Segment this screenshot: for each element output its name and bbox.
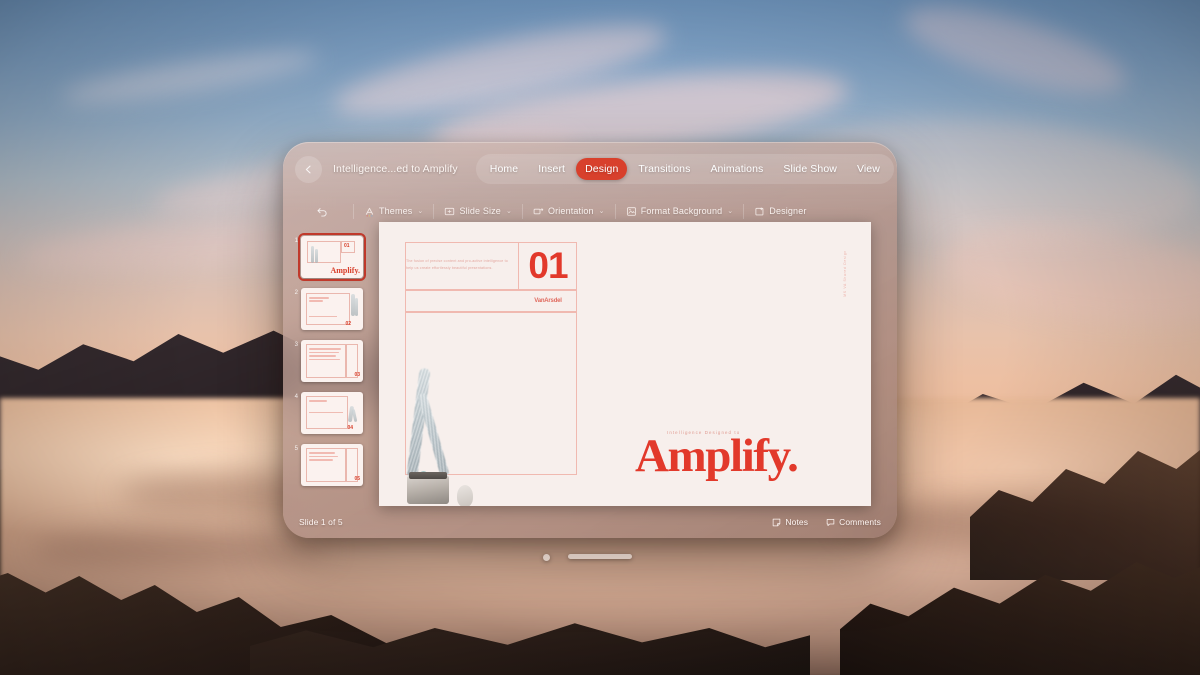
slide-number-01: 01: [528, 245, 568, 286]
thumbnail-slide-3[interactable]: 03: [301, 340, 363, 382]
tab-insert[interactable]: Insert: [529, 158, 574, 180]
window-close-dot[interactable]: [543, 554, 550, 561]
slide-headline: Amplify.: [635, 430, 799, 482]
tab-slide-show[interactable]: Slide Show: [774, 158, 846, 180]
thumbnail-slide-4[interactable]: 04: [301, 392, 363, 434]
thumbnail-number: 2: [294, 290, 298, 296]
tab-view[interactable]: View: [848, 158, 889, 180]
comment-bubble-icon: [826, 518, 835, 526]
thumbnail-row[interactable]: 3 03: [291, 340, 369, 384]
window-resize-handle[interactable]: [568, 554, 632, 559]
plant-pot: [407, 472, 449, 504]
notes-label: Notes: [785, 517, 809, 527]
themes-label: Themes: [379, 206, 413, 216]
slide-size-icon: [445, 207, 455, 215]
orientation-icon: [533, 207, 544, 214]
tab-design[interactable]: Design: [576, 158, 628, 180]
format-background-label: Format Background: [640, 206, 723, 216]
designer-button[interactable]: Designer: [754, 206, 806, 217]
decorative-pebble: [457, 485, 473, 506]
chevron-down-icon: ⌄: [505, 208, 512, 215]
undo-arrow-icon: [317, 207, 327, 217]
slide-brand-logo: VanArsdel: [534, 298, 562, 304]
themes-letter-a-icon: [365, 207, 374, 216]
thumbnail-slide-1[interactable]: 01 Amplify.: [298, 233, 366, 281]
tab-animations[interactable]: Animations: [701, 158, 772, 180]
ribbon-tab-bar: Home Insert Design Transitions Animation…: [475, 154, 894, 184]
tab-transitions[interactable]: Transitions: [629, 158, 699, 180]
notes-button[interactable]: Notes: [772, 517, 808, 527]
chevron-down-icon: ⌄: [727, 208, 734, 215]
orientation-label: Orientation: [547, 206, 594, 216]
thumbnail-number: 5: [294, 446, 298, 452]
thumbnail-badge: 04: [347, 425, 353, 431]
ribbon-divider: [521, 203, 523, 219]
format-background-icon: [626, 206, 636, 216]
status-bar: Slide 1 of 5 Notes Comments: [283, 506, 897, 538]
thumbnail-row[interactable]: 4 04: [291, 392, 369, 436]
thumbnail-badge: 03: [354, 372, 360, 378]
slide-rule-box: [405, 312, 577, 475]
designer-sparkle-icon: [755, 206, 764, 215]
presentation-app-window: Intelligence...ed to Amplify Home Insert…: [283, 142, 897, 538]
thumbnail-badge: 05: [354, 476, 360, 482]
thumbnail-title: Amplify.: [330, 266, 360, 275]
orientation-button[interactable]: Orientation ⌄: [533, 206, 605, 217]
slide-body-text: The fusion of precise content and pro-ac…: [406, 259, 508, 270]
slide-side-caption: MS VA Shared Design: [843, 250, 847, 297]
thumbnail-slide-2[interactable]: 02: [301, 288, 363, 330]
back-button[interactable]: [295, 155, 322, 183]
slide-surface[interactable]: The fusion of precise content and pro-ac…: [379, 222, 871, 506]
thumbnail-number: 4: [294, 394, 298, 400]
thumbnail-number: 3: [294, 342, 298, 348]
thumbnail-badge: 02: [345, 321, 351, 327]
chevron-down-icon: ⌄: [598, 208, 605, 215]
thumbnail-row[interactable]: 1 01 Amplify.: [291, 233, 369, 281]
notes-icon: [773, 518, 781, 526]
document-title: Intelligence...ed to Amplify: [333, 163, 458, 175]
chevron-left-icon: [305, 165, 311, 173]
chevron-down-icon: ⌄: [417, 208, 424, 215]
slide-size-button[interactable]: Slide Size ⌄: [444, 206, 512, 217]
thumbnail-number: 1: [294, 238, 298, 244]
slide-size-label: Slide Size: [459, 206, 501, 216]
themes-button[interactable]: Themes ⌄: [364, 206, 423, 217]
thumbnail-row[interactable]: 2 02: [291, 288, 369, 332]
comments-label: Comments: [839, 517, 881, 527]
title-bar: Intelligence...ed to Amplify Home Insert…: [283, 142, 897, 196]
slide-canvas[interactable]: The fusion of precise content and pro-ac…: [379, 222, 871, 506]
ribbon-divider: [433, 203, 435, 219]
comments-button[interactable]: Comments: [826, 517, 881, 527]
status-bar-actions: Notes Comments: [772, 517, 881, 527]
thumbnail-slide-5[interactable]: 05: [301, 444, 363, 486]
ribbon-divider: [614, 203, 616, 219]
ribbon-divider: [743, 203, 745, 219]
undo-button[interactable]: [301, 205, 343, 218]
slide-counter: Slide 1 of 5: [299, 517, 343, 527]
slide-thumbnail-panel[interactable]: 1 01 Amplify. 2 02 3 03 4 04 5 05: [291, 233, 369, 526]
ribbon-divider: [353, 203, 354, 219]
tab-home[interactable]: Home: [481, 158, 527, 180]
designer-label: Designer: [769, 206, 807, 216]
format-background-button[interactable]: Format Background ⌄: [626, 206, 734, 217]
thumbnail-row[interactable]: 5 05: [291, 444, 369, 488]
thumbnail-badge: 01: [344, 243, 350, 249]
